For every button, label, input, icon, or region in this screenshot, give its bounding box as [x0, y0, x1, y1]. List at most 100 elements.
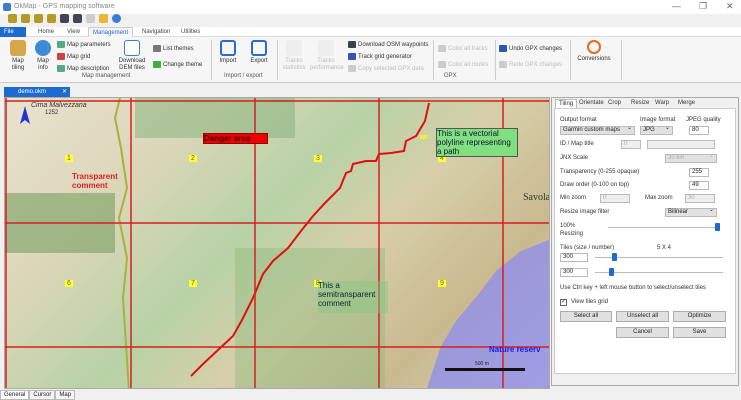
redo-icon	[499, 61, 507, 68]
unselect-all-button[interactable]: Unselect all	[616, 311, 669, 322]
tab-crop[interactable]: Crop	[608, 100, 621, 106]
jpeg-quality-input[interactable]: 80	[689, 126, 709, 135]
map-tiling-button[interactable]: Map tiling	[6, 40, 30, 72]
map-tiling-icon	[10, 40, 26, 56]
resize-filter-select[interactable]: Bilinear	[665, 207, 717, 217]
slider-thumb[interactable]	[715, 223, 720, 231]
tab-resize[interactable]: Resize	[631, 100, 649, 106]
new-icon[interactable]	[86, 14, 95, 23]
folder-icon[interactable]	[99, 14, 108, 23]
tab-utilities[interactable]: Utilities	[177, 27, 204, 37]
tile-number[interactable]: 2	[189, 155, 197, 162]
tile-number[interactable]: 7	[189, 280, 197, 287]
transparent-comment[interactable]: Transparent comment	[72, 172, 127, 190]
jnx-scale-select[interactable]: 20 km	[665, 153, 717, 163]
undo-icon	[499, 45, 507, 52]
slider-thumb[interactable]	[609, 268, 614, 276]
min-zoom-input[interactable]: 0	[600, 194, 630, 203]
import-button[interactable]: Import	[218, 40, 238, 65]
separator	[433, 40, 434, 80]
open-gps-icon[interactable]	[34, 14, 43, 23]
open-map-icon[interactable]	[8, 14, 17, 23]
minimize-button[interactable]: —	[672, 1, 681, 11]
tile-number[interactable]: 3	[314, 155, 322, 162]
view-grid-checkbox[interactable]: ✓	[560, 299, 567, 306]
polyline-comment[interactable]: This is a vectorial polyline representin…	[436, 128, 518, 157]
map-grid-button[interactable]: Map grid	[57, 53, 90, 60]
tab-file[interactable]: File	[0, 27, 26, 37]
gear-icon[interactable]	[112, 14, 121, 23]
redo-gpx-button[interactable]: Redo GPX changes	[499, 61, 562, 68]
select-all-button[interactable]: Select all	[560, 311, 612, 322]
tile-width-input[interactable]: 300	[560, 253, 588, 262]
separator	[621, 40, 622, 80]
save-button[interactable]: Save	[673, 327, 726, 338]
transparency-input[interactable]: 255	[689, 168, 709, 177]
max-zoom-input[interactable]: 30	[685, 194, 715, 203]
color-tracks-button[interactable]: Color all tracks	[438, 45, 488, 52]
undo-gpx-button[interactable]: Undo GPX changes	[499, 45, 562, 52]
map-title-input[interactable]	[647, 140, 715, 149]
tiles-count: 5 X 4	[657, 245, 672, 251]
map-info-button[interactable]: Map info	[32, 40, 54, 72]
download-osm-button[interactable]: Download OSM waypoints	[348, 41, 428, 48]
export-button[interactable]: Export	[249, 40, 269, 65]
tab-orientate[interactable]: Orientate	[579, 100, 604, 106]
image-format-select[interactable]: JPG	[640, 125, 673, 135]
map-description-button[interactable]: Map description	[57, 65, 109, 72]
close-button[interactable]: ✕	[726, 1, 734, 12]
tile-number[interactable]: 1	[65, 155, 73, 162]
tile-height-slider[interactable]	[595, 268, 723, 276]
separator	[495, 40, 496, 80]
tile-width-slider[interactable]	[595, 253, 723, 261]
resizing-slider[interactable]	[608, 223, 720, 231]
tiles-label: Tiles (size / number)	[560, 245, 615, 251]
conversions-button[interactable]: Conversions	[576, 40, 612, 63]
optimize-button[interactable]: Optimize	[673, 311, 726, 322]
quick-access-toolbar	[8, 14, 121, 27]
id-input[interactable]: 0	[621, 140, 641, 149]
map-parameters-button[interactable]: Map parameters	[57, 41, 111, 48]
tracks-statistics-button[interactable]: Tracks statistics	[280, 40, 308, 72]
save-icon[interactable]	[60, 14, 69, 23]
track-grid-button[interactable]: Track grid generator	[348, 53, 412, 60]
open-gps-icon[interactable]	[47, 14, 56, 23]
list-themes-button[interactable]: List themes	[153, 45, 194, 52]
separator	[570, 40, 571, 80]
tab-home[interactable]: Home	[34, 27, 58, 37]
tile-height-input[interactable]: 300	[560, 268, 588, 277]
change-theme-button[interactable]: Change theme	[153, 61, 202, 68]
map-info-icon	[35, 40, 51, 56]
cancel-button[interactable]: Cancel	[616, 327, 669, 338]
close-tab-icon[interactable]: ✕	[62, 87, 67, 97]
slider-thumb[interactable]	[612, 253, 617, 261]
document-tab[interactable]: demo.okm ✕	[4, 87, 70, 97]
tab-map[interactable]: Map	[55, 390, 76, 400]
download-dem-button[interactable]: Download DEM files	[117, 40, 147, 72]
copy-gpx-button[interactable]: Copy selected GPX data	[348, 65, 424, 72]
tile-number[interactable]: 6	[65, 280, 73, 287]
tab-management[interactable]: Management	[88, 27, 134, 37]
tracks-performance-button[interactable]: Tracks performance	[310, 40, 344, 72]
open-map-icon[interactable]	[21, 14, 30, 23]
tab-tiling[interactable]: Tiling	[555, 99, 578, 108]
tab-navigation[interactable]: Navigation	[138, 27, 174, 37]
tab-general[interactable]: General	[0, 390, 30, 400]
elevation-label: 1252	[45, 110, 59, 116]
track-line	[113, 98, 130, 388]
draw-order-input[interactable]: 49	[689, 181, 709, 190]
tab-warp[interactable]: Warp	[655, 100, 669, 106]
tile-number[interactable]: 9	[438, 280, 446, 287]
output-format-select[interactable]: Garmin custom maps	[560, 125, 635, 135]
tab-merge[interactable]: Merge	[678, 100, 695, 106]
map-view[interactable]: 1 2 3 4 6 7 8 9 Cima Malvezzana 1252 Sav…	[4, 97, 550, 389]
tab-cursor[interactable]: Cursor	[29, 390, 56, 400]
tab-view[interactable]: View	[63, 27, 84, 37]
change-theme-icon	[153, 61, 161, 68]
resizing-percent: 100%	[560, 223, 576, 229]
color-routes-button[interactable]: Color all routes	[438, 61, 488, 68]
semitransparent-comment[interactable]: This a semitransparent comment	[318, 281, 388, 313]
save-as-icon[interactable]	[73, 14, 82, 23]
danger-area-comment[interactable]: Danger area	[203, 133, 268, 144]
restore-button[interactable]: ❐	[699, 1, 707, 12]
